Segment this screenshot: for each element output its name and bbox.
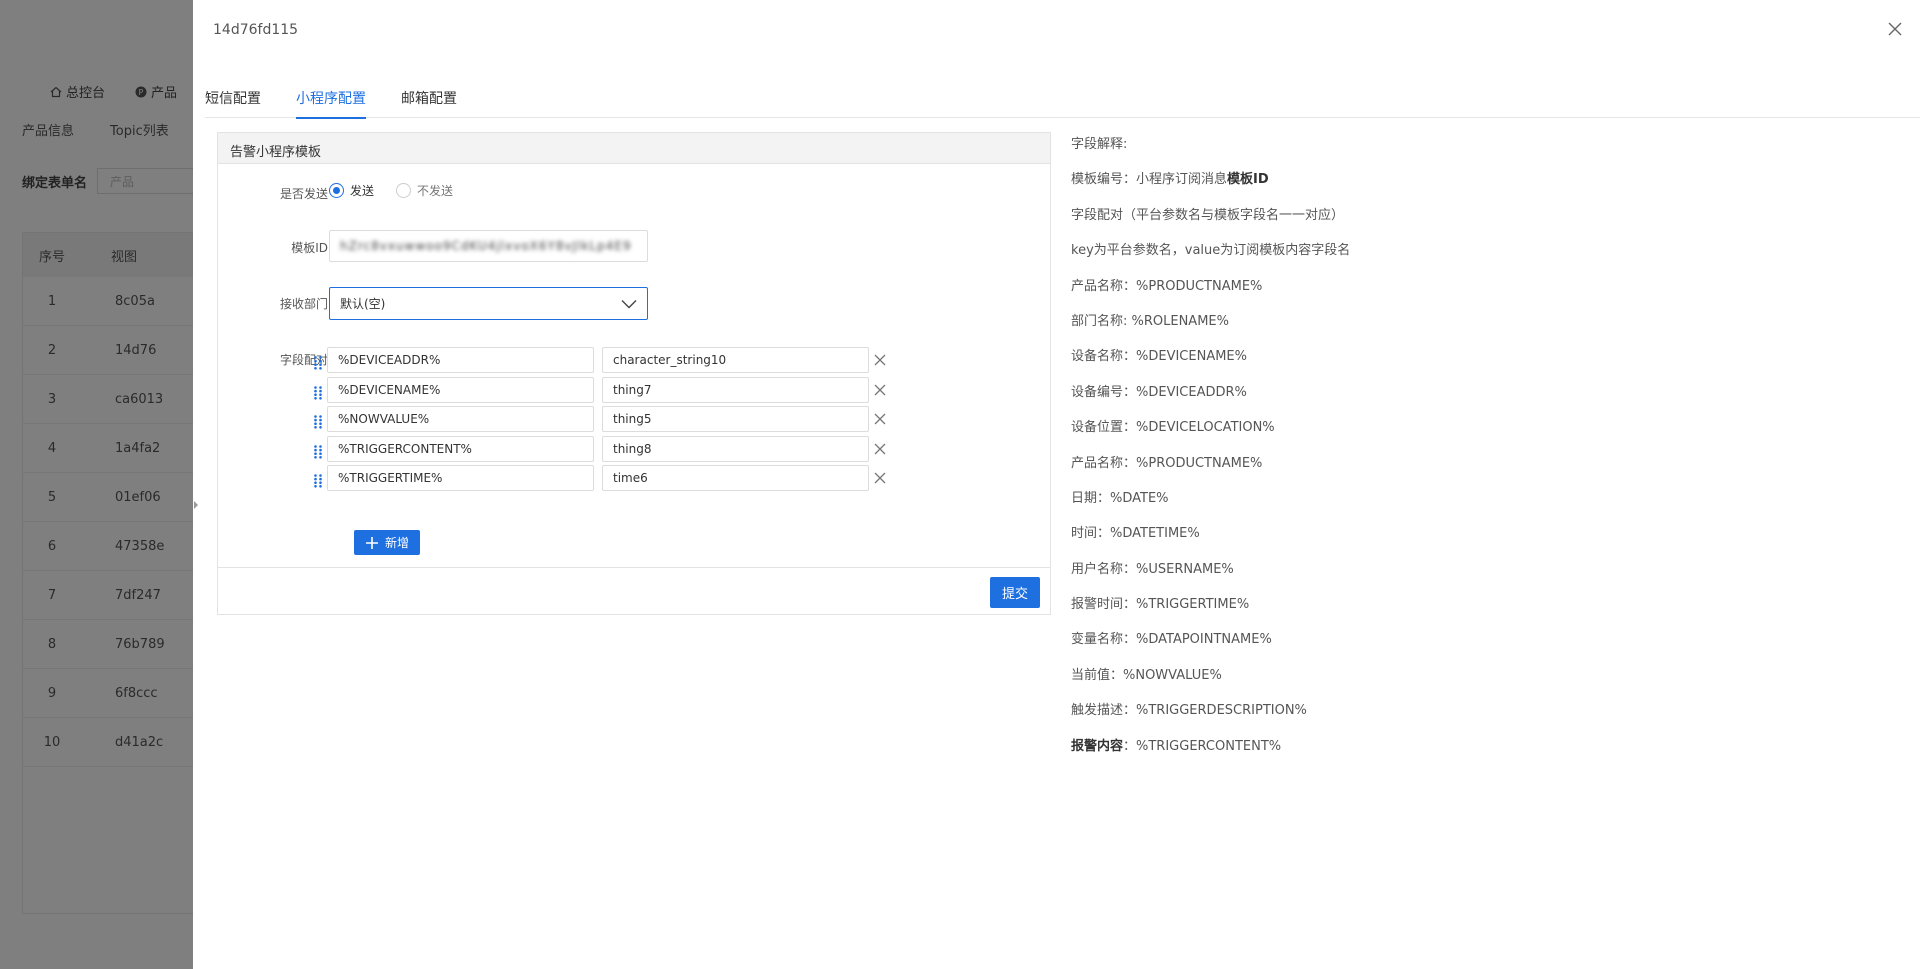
mapping-key-input[interactable]: %TRIGGERTIME%: [327, 465, 594, 491]
help-line-text: 产品名称：%PRODUCTNAME%: [1071, 455, 1263, 471]
add-mapping-button[interactable]: 新增: [354, 530, 420, 555]
template-id-input[interactable]: hZrc8vxuwwoo9CdKU4jlxvoX6Y8vJlkLp4E9: [329, 230, 648, 262]
drawer-title: 14d76fd115: [213, 22, 299, 38]
config-tabs: 短信配置 小程序配置 邮箱配置: [205, 82, 1920, 119]
mapping-value-input[interactable]: thing8: [602, 435, 869, 462]
send-radio-group: 发送 不发送: [329, 182, 453, 199]
help-line: 当前值：%NOWVALUE%: [1071, 664, 1711, 699]
mapping-value-input[interactable]: character_string10: [602, 347, 869, 373]
alarm-template-card: 告警小程序模板 是否发送 发送 不发送 模板ID hZrc8vxuwwoo9Cd…: [217, 132, 1051, 615]
help-line-text: 部门名称: %ROLENAME%: [1071, 313, 1229, 329]
help-line: 报警内容：%TRIGGERCONTENT%: [1071, 735, 1711, 770]
help-line-text: 时间：%DATETIME%: [1071, 526, 1200, 542]
tab-miniprogram-config[interactable]: 小程序配置: [296, 82, 366, 119]
remove-mapping-icon[interactable]: [874, 413, 886, 425]
send-label: 是否发送: [279, 187, 328, 201]
drag-handle-icon[interactable]: [314, 356, 322, 370]
plus-icon: [365, 536, 378, 549]
remove-mapping-icon[interactable]: [874, 354, 886, 366]
card-footer-divider: [218, 567, 1050, 568]
remove-mapping-icon[interactable]: [874, 472, 886, 484]
help-line: 部门名称: %ROLENAME%: [1071, 310, 1711, 345]
radio-checked-icon: [329, 183, 344, 198]
help-line-text: 模板编号：小程序订阅消息: [1071, 172, 1228, 188]
help-line-text: 字段配对（平台参数名与模板字段名一一对应）: [1071, 207, 1345, 223]
dept-select[interactable]: 默认(空): [329, 287, 648, 320]
mapping-key-input[interactable]: %DEVICENAME%: [327, 376, 594, 403]
remove-mapping-icon[interactable]: [874, 443, 886, 455]
field-help-panel: 字段解释: 模板编号：小程序订阅消息模板ID 字段配对（平台参数名与模板字段名一一对…: [1071, 133, 1711, 770]
help-line-text: 设备位置：%DEVICELOCATION%: [1071, 420, 1275, 436]
help-line: 设备编号：%DEVICEADDR%: [1071, 381, 1711, 416]
help-line-text: 变量名称：%DATAPOINTNAME%: [1071, 632, 1272, 648]
drag-handle-icon[interactable]: [314, 385, 322, 400]
help-line-bold: 模板ID: [1227, 172, 1269, 188]
help-line-text: key为平台参数名，value为订阅模板内容字段名: [1071, 243, 1351, 259]
help-line: 字段解释:: [1071, 133, 1711, 168]
close-icon[interactable]: [1886, 20, 1904, 38]
tab-sms-config[interactable]: 短信配置: [205, 82, 261, 118]
help-line: 时间：%DATETIME%: [1071, 522, 1711, 557]
help-line-text: 用户名称：%USERNAME%: [1071, 561, 1234, 577]
drag-handle-icon[interactable]: [314, 474, 322, 488]
help-line: 产品名称：%PRODUCTNAME%: [1071, 275, 1711, 310]
help-line: key为平台参数名，value为订阅模板内容字段名: [1071, 239, 1711, 274]
help-line: 报警时间：%TRIGGERTIME%: [1071, 593, 1711, 628]
mapping-key-input[interactable]: %TRIGGERCONTENT%: [327, 435, 594, 462]
help-line-text: 设备编号：%DEVICEADDR%: [1071, 384, 1247, 400]
help-line-text: 报警时间：%TRIGGERTIME%: [1071, 597, 1250, 613]
radio-unchecked-icon: [396, 183, 412, 198]
remove-mapping-icon[interactable]: [874, 384, 886, 396]
dept-select-value: 默认(空): [340, 297, 386, 311]
help-line: 用户名称：%USERNAME%: [1071, 558, 1711, 593]
help-line: 模板编号：小程序订阅消息模板ID: [1071, 168, 1711, 203]
mapping-key-input[interactable]: %NOWVALUE%: [327, 406, 594, 432]
help-line: 变量名称：%DATAPOINTNAME%: [1071, 628, 1711, 663]
mapping-label: 字段配对: [279, 353, 328, 367]
drag-handle-icon[interactable]: [314, 444, 322, 459]
config-drawer: 14d76fd115 短信配置 小程序配置 邮箱配置 告警小程序模板 是否发送 …: [193, 0, 1920, 969]
help-line: 设备位置：%DEVICELOCATION%: [1071, 416, 1711, 451]
help-line-text: 日期：%DATE%: [1071, 490, 1169, 506]
drag-handle-icon[interactable]: [314, 415, 322, 429]
chevron-down-icon: [621, 299, 637, 308]
help-line-text: 产品名称：%PRODUCTNAME%: [1071, 278, 1263, 294]
help-line-text: ：%TRIGGERCONTENT%: [1123, 738, 1282, 754]
card-title: 告警小程序模板: [218, 133, 1050, 164]
help-line: 设备名称：%DEVICENAME%: [1071, 345, 1711, 380]
collapse-handle-icon[interactable]: [193, 500, 199, 510]
help-line: 字段配对（平台参数名与模板字段名一一对应）: [1071, 204, 1711, 239]
dept-label: 接收部门: [279, 297, 328, 311]
template-id-label: 模板ID: [291, 241, 328, 255]
template-id-value: hZrc8vxuwwoo9CdKU4jlxvoX6Y8vJlkLp4E9: [340, 239, 632, 253]
help-line-text: 字段解释:: [1071, 137, 1128, 152]
mapping-value-input[interactable]: thing7: [602, 376, 869, 403]
submit-button[interactable]: 提交: [990, 577, 1040, 608]
help-line-text: 设备名称：%DEVICENAME%: [1071, 349, 1247, 365]
radio-no-send[interactable]: 不发送: [396, 182, 453, 199]
mapping-value-input[interactable]: thing5: [602, 406, 869, 432]
mapping-key-input[interactable]: %DEVICEADDR%: [327, 347, 594, 373]
mapping-value-input[interactable]: time6: [602, 465, 869, 491]
help-line: 日期：%DATE%: [1071, 487, 1711, 522]
help-line-text: 当前值：%NOWVALUE%: [1071, 667, 1222, 683]
help-line-text: 触发描述：%TRIGGERDESCRIPTION%: [1071, 703, 1307, 719]
help-line: 产品名称：%PRODUCTNAME%: [1071, 452, 1711, 487]
help-line: 触发描述：%TRIGGERDESCRIPTION%: [1071, 699, 1711, 734]
radio-send[interactable]: 发送: [329, 182, 374, 199]
help-line-bold: 报警内容: [1071, 738, 1124, 754]
tab-email-config[interactable]: 邮箱配置: [401, 82, 457, 118]
